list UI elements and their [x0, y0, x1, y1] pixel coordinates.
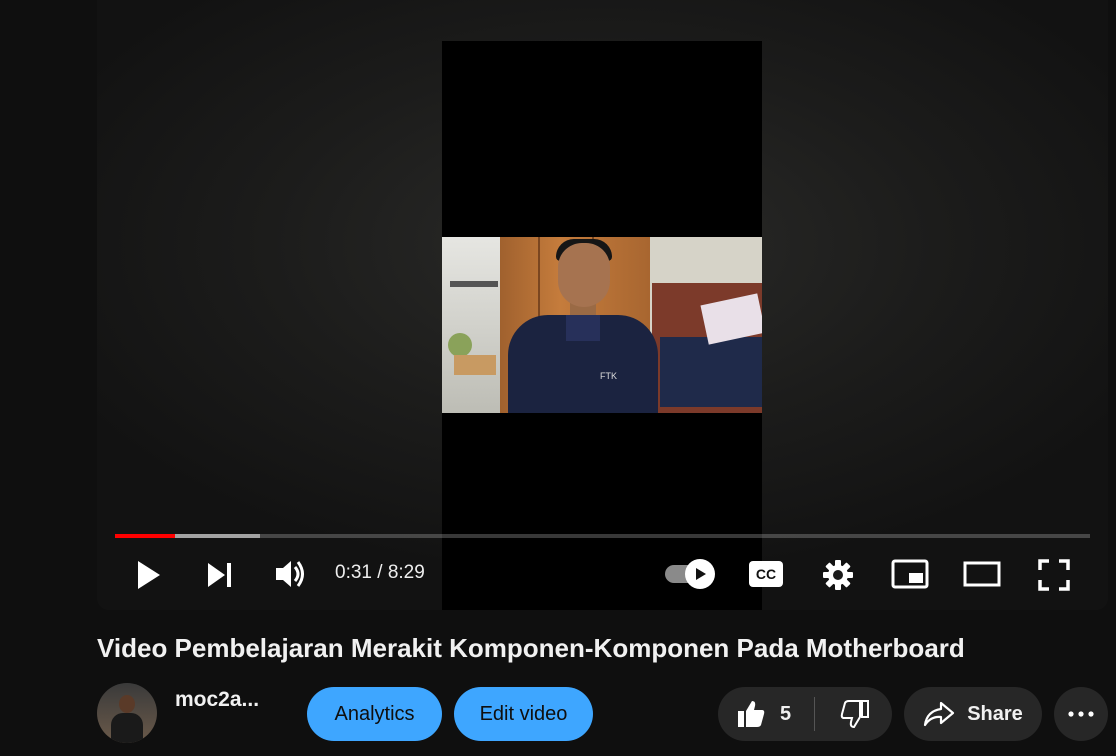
captions-button[interactable]: CC [749, 560, 783, 588]
like-dislike-group: 5 [718, 687, 892, 741]
time-current: 0:31 [335, 562, 372, 583]
analytics-button[interactable]: Analytics [307, 687, 442, 741]
dislike-button[interactable] [818, 687, 892, 741]
share-button[interactable]: Share [904, 687, 1042, 741]
next-icon [208, 563, 231, 587]
autoplay-knob [685, 559, 715, 589]
volume-icon [276, 561, 304, 587]
video-frame[interactable]: FTK [442, 41, 762, 610]
video-player[interactable]: FTK 0:31 / 8:29 CC [97, 0, 1108, 610]
autoplay-toggle-icon [696, 568, 706, 580]
more-actions-button[interactable] [1054, 687, 1108, 741]
share-icon [924, 701, 955, 727]
progress-played [115, 534, 176, 538]
fullscreen-icon [1038, 559, 1070, 591]
progress-bar[interactable] [115, 534, 1090, 538]
settings-icon [823, 560, 853, 590]
next-button[interactable] [205, 558, 235, 592]
play-icon [138, 561, 160, 589]
miniplayer-button[interactable] [891, 558, 929, 590]
thumbs-down-icon [840, 700, 869, 729]
share-label: Share [967, 702, 1023, 725]
captions-icon: CC [749, 561, 783, 587]
miniplayer-icon [891, 559, 929, 589]
analytics-label: Analytics [334, 702, 415, 725]
like-button[interactable]: 5 [718, 687, 813, 741]
more-horizontal-icon [1068, 711, 1094, 717]
thumbs-up-icon [738, 701, 765, 727]
channel-name[interactable]: moc2a... [175, 688, 259, 712]
time-separator: / [371, 562, 388, 583]
edit-video-button[interactable]: Edit video [454, 687, 593, 741]
like-divider [814, 697, 815, 731]
like-count: 5 [780, 702, 792, 725]
time-display: 0:31 / 8:29 [335, 562, 425, 584]
channel-avatar[interactable] [97, 683, 157, 743]
shirt-logo-text: FTK [600, 371, 617, 381]
time-total: 8:29 [387, 562, 425, 583]
theater-icon [963, 561, 1001, 587]
captions-label: CC [756, 566, 776, 582]
video-content: FTK [442, 237, 762, 413]
theater-mode-button[interactable] [963, 560, 1001, 588]
settings-button[interactable] [821, 558, 855, 592]
play-button[interactable] [133, 558, 163, 592]
edit-video-label: Edit video [479, 702, 568, 725]
fullscreen-button[interactable] [1037, 558, 1071, 592]
video-title: Video Pembelajaran Merakit Komponen-Komp… [97, 633, 965, 663]
volume-button[interactable] [273, 556, 307, 592]
